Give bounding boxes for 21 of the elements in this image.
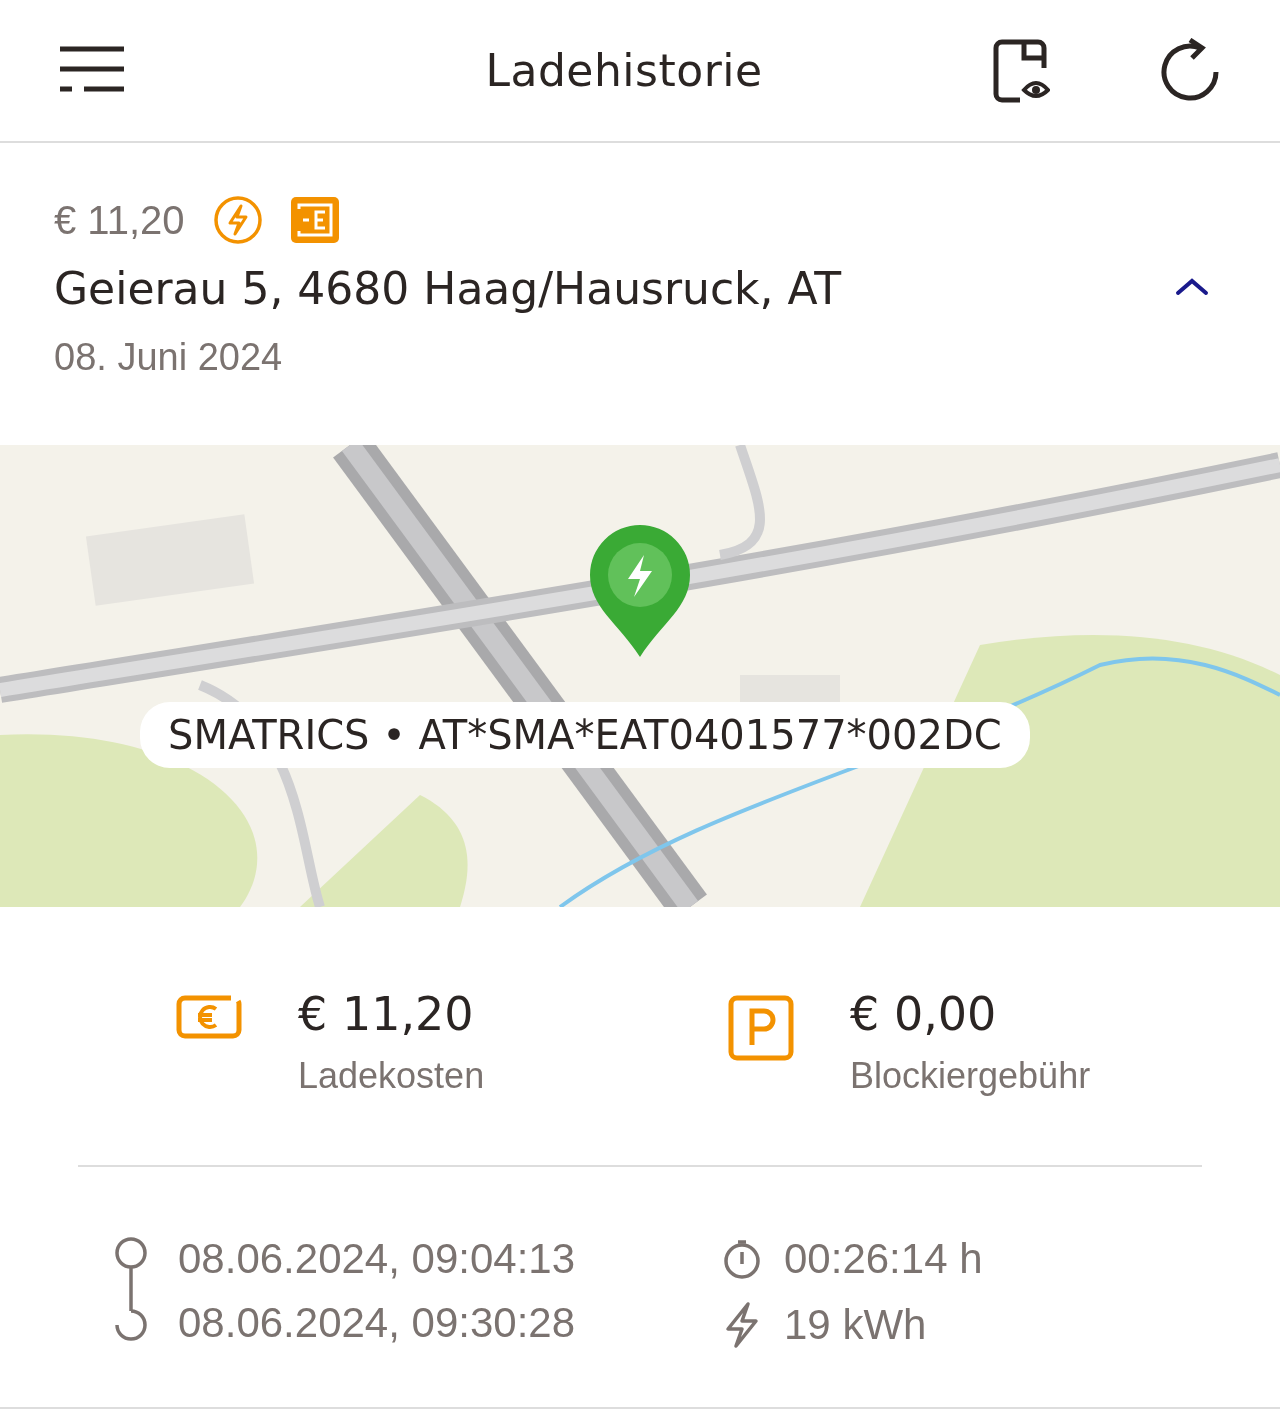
menu-icon [58, 45, 126, 93]
price-text: € 11,20 [54, 197, 185, 243]
document-view-icon[interactable] [992, 37, 1050, 104]
address-text: Geierau 5, 4680 Haag/Hausruck, AT [54, 263, 842, 314]
amount-text: € 11,20 [298, 987, 475, 1041]
payment-card-icon [290, 197, 339, 243]
duration-text: 00:26:14 h [784, 1237, 983, 1281]
start-time: 08.06.2024, 09:04:13 [178, 1237, 576, 1281]
amount-text: € 0,00 [850, 987, 998, 1041]
end-time: 08.06.2024, 09:30:28 [178, 1301, 576, 1345]
energy-text: 19 kWh [784, 1303, 927, 1347]
parking-icon [728, 995, 794, 1061]
cost-label: Ladekosten [298, 1055, 485, 1097]
date-text: 08. Juni 2024 [54, 336, 284, 379]
banknote-icon [176, 995, 242, 1039]
station-label: SMATRICS • AT*SMA*EAT0401577*002DC [140, 702, 1030, 768]
stopwatch-icon [722, 1238, 762, 1280]
cost-label: Blockiergebühr [850, 1055, 1091, 1097]
start-end-icon [112, 1237, 150, 1341]
lightning-icon [212, 195, 263, 245]
window-title: Ladehistorie [484, 45, 764, 96]
